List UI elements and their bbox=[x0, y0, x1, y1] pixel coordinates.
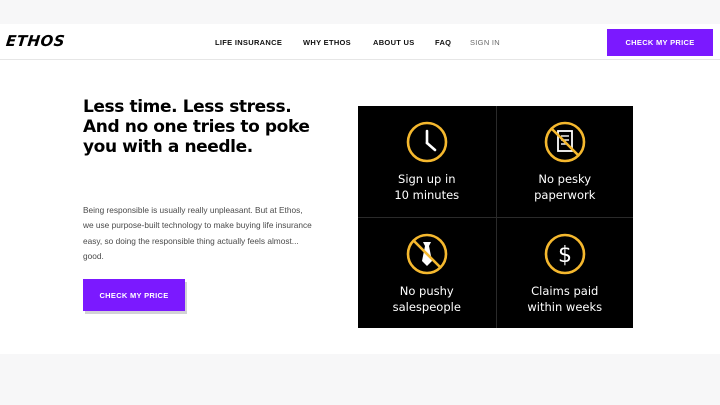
nav-faq[interactable]: FAQ bbox=[435, 38, 451, 47]
header-check-price-button[interactable]: CHECK MY PRICE bbox=[607, 29, 713, 56]
nav-about-us[interactable]: ABOUT US bbox=[373, 38, 415, 47]
feature-label: No pushy salespeople bbox=[392, 284, 461, 314]
feature-claims-paid: $ Claims paid within weeks bbox=[495, 217, 633, 328]
no-salesperson-tie-icon bbox=[406, 233, 448, 275]
feature-sign-up: Sign up in 10 minutes bbox=[358, 106, 496, 217]
page: ETHOS LIFE INSURANCE WHY ETHOS ABOUT US … bbox=[0, 24, 720, 354]
hero-headline: Less time. Less stress. And no one tries… bbox=[83, 97, 323, 157]
nav-why-ethos[interactable]: WHY ETHOS bbox=[303, 38, 351, 47]
feature-no-salespeople: No pushy salespeople bbox=[358, 217, 496, 328]
headline-line: you with a needle. bbox=[83, 137, 253, 157]
nav-sign-in[interactable]: SIGN IN bbox=[470, 38, 500, 47]
site-header: ETHOS LIFE INSURANCE WHY ETHOS ABOUT US … bbox=[0, 24, 720, 60]
feature-label: Claims paid within weeks bbox=[527, 284, 603, 314]
clock-icon bbox=[406, 121, 448, 163]
hero-body-text: Being responsible is usually really unpl… bbox=[83, 205, 312, 262]
headline-line: And no one tries to poke bbox=[83, 117, 310, 137]
nav-life-insurance[interactable]: LIFE INSURANCE bbox=[215, 38, 282, 47]
no-paperwork-icon bbox=[544, 121, 586, 163]
dollar-icon: $ bbox=[544, 233, 586, 275]
feature-label: Sign up in 10 minutes bbox=[394, 172, 460, 202]
feature-no-paperwork: No pesky paperwork bbox=[495, 106, 634, 217]
feature-label: No pesky paperwork bbox=[534, 172, 596, 202]
features-grid: Sign up in 10 minutes No pesky paperwork… bbox=[358, 106, 633, 328]
hero-check-price-button[interactable]: CHECK MY PRICE bbox=[83, 279, 185, 311]
headline-line: Less time. Less stress. bbox=[83, 97, 292, 117]
svg-text:$: $ bbox=[558, 243, 572, 268]
top-band bbox=[0, 0, 720, 24]
